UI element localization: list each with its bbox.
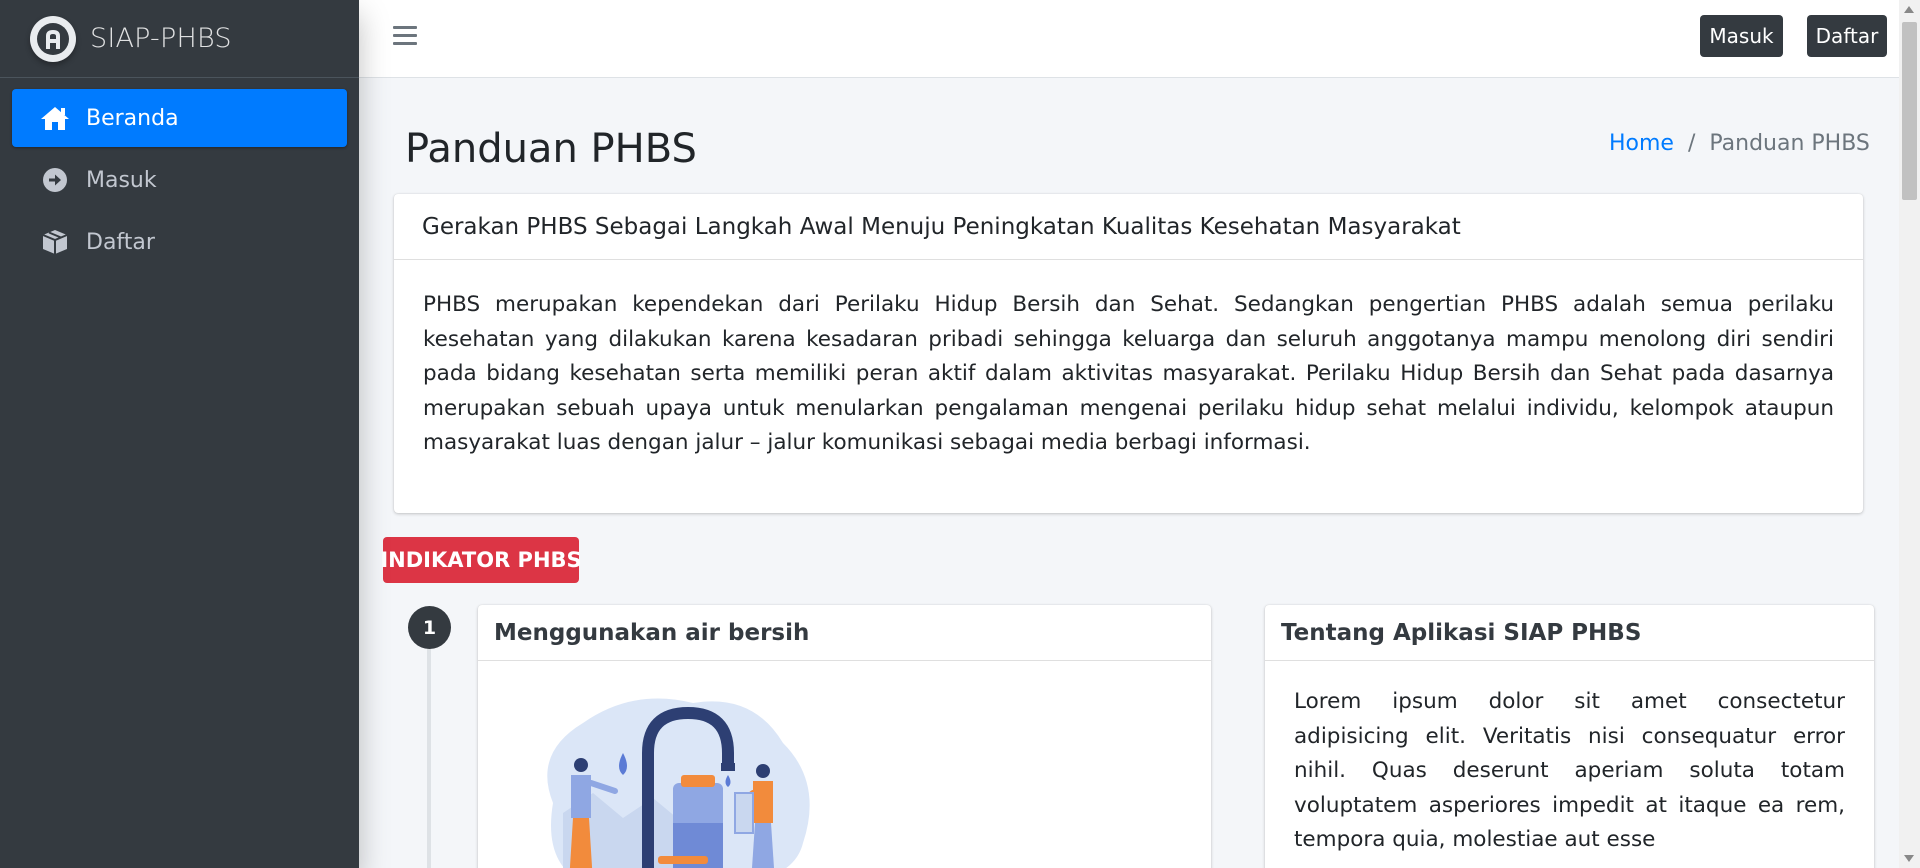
sidebar-nav: Beranda Masuk Daftar	[0, 78, 359, 271]
timeline-line	[427, 628, 431, 868]
breadcrumb-separator: /	[1687, 131, 1696, 156]
sidebar-item-label: Masuk	[86, 167, 157, 193]
indikator-item-title: Menggunakan air bersih	[478, 605, 1211, 661]
brand-link[interactable]: SIAP-PHBS	[0, 0, 359, 78]
brand-name: SIAP-PHBS	[90, 23, 232, 54]
app-logo-icon	[30, 15, 76, 62]
scroll-thumb[interactable]	[1902, 22, 1917, 200]
sidebar-item-beranda[interactable]: Beranda	[12, 89, 347, 147]
scroll-down-icon[interactable]	[1904, 855, 1914, 862]
breadcrumb-current: Panduan PHBS	[1709, 131, 1870, 156]
about-card-body: Lorem ipsum dolor sit amet consectetur a…	[1294, 689, 1845, 852]
indikator-item-card: Menggunakan air bersih	[478, 605, 1211, 868]
intro-card: Gerakan PHBS Sebagai Langkah Awal Menuju…	[394, 194, 1863, 513]
page-title: Panduan PHBS	[405, 126, 697, 172]
sidebar-item-masuk[interactable]: Masuk	[12, 151, 347, 209]
box-icon	[40, 228, 70, 256]
login-button[interactable]: Masuk	[1700, 15, 1783, 57]
indikator-badge: INDIKATOR PHBS	[380, 537, 582, 583]
timeline-number: 1	[408, 606, 451, 649]
sidebar-item-label: Daftar	[86, 229, 155, 255]
sidebar-item-label: Beranda	[86, 105, 179, 131]
sidebar: SIAP-PHBS Beranda Masuk Daftar	[0, 0, 359, 868]
hamburger-icon[interactable]	[393, 26, 417, 48]
about-card-header: Tentang Aplikasi SIAP PHBS	[1265, 605, 1874, 661]
sidebar-item-daftar[interactable]: Daftar	[12, 213, 347, 271]
breadcrumb: Home / Panduan PHBS	[1609, 131, 1870, 156]
breadcrumb-home-link[interactable]: Home	[1609, 131, 1674, 156]
top-navbar: Masuk Daftar	[359, 0, 1899, 78]
clean-water-illustration	[523, 683, 833, 868]
intro-card-body: PHBS merupakan kependekan dari Perilaku …	[423, 292, 1834, 455]
scroll-up-icon[interactable]	[1904, 6, 1914, 13]
arrow-circle-right-icon	[40, 166, 70, 194]
page-scrollbar[interactable]	[1899, 0, 1920, 868]
home-icon	[40, 104, 70, 132]
register-button[interactable]: Daftar	[1807, 15, 1887, 57]
about-card: Tentang Aplikasi SIAP PHBS Lorem ipsum d…	[1265, 605, 1874, 868]
intro-card-header: Gerakan PHBS Sebagai Langkah Awal Menuju…	[394, 194, 1863, 260]
